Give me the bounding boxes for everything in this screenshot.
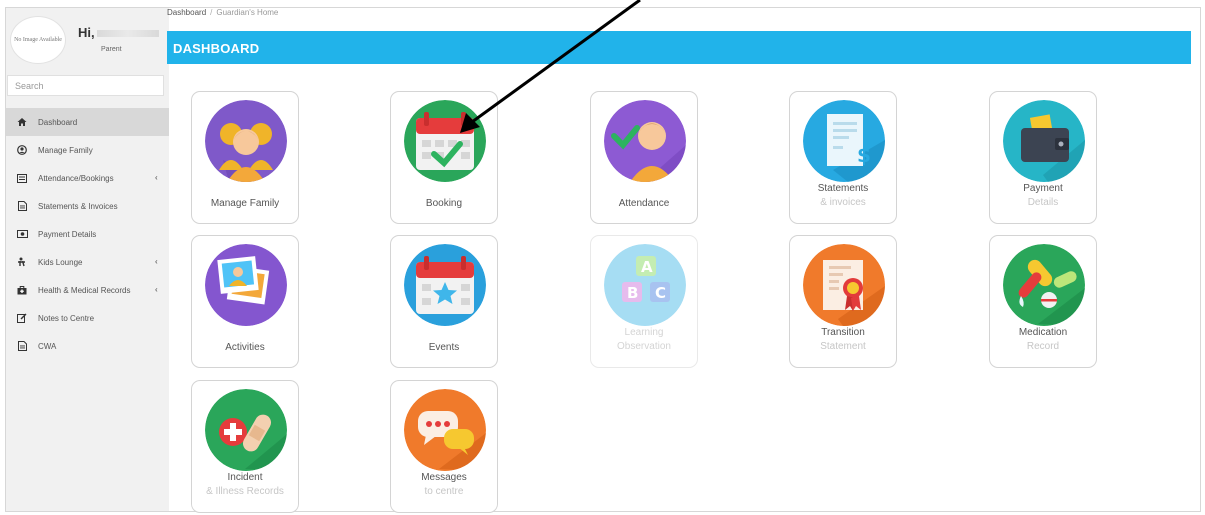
tile-label: Messages xyxy=(421,472,467,483)
sidebar-item-label: Kids Lounge xyxy=(38,257,83,267)
tile-label: Payment xyxy=(1023,183,1063,194)
tile-payment[interactable]: Payment Details xyxy=(989,91,1097,224)
tile-manage-family[interactable]: Manage Family xyxy=(191,91,299,224)
document-icon xyxy=(16,340,28,352)
svg-text:C: C xyxy=(655,284,666,302)
tile-attendance[interactable]: Attendance xyxy=(590,91,698,224)
profile-panel: No Image Available Hi, Parent xyxy=(6,8,169,70)
expand-icon[interactable]: ‹ xyxy=(155,173,158,182)
sidebar-item-dashboard[interactable]: Dashboard xyxy=(6,108,169,136)
avatar[interactable]: No Image Available xyxy=(10,16,66,64)
sidebar-item-health-medical[interactable]: Health & Medical Records ‹ xyxy=(6,276,169,304)
tile-label: Learning xyxy=(624,327,664,338)
sidebar-item-label: Statements & Invoices xyxy=(38,201,118,211)
tile-sublabel: Statement xyxy=(820,341,866,352)
tile-events[interactable]: Events xyxy=(390,235,498,368)
tile-medication-record[interactable]: Medication Record xyxy=(989,235,1097,368)
tile-activities[interactable]: Activities xyxy=(191,235,299,368)
sidebar-item-kids-lounge[interactable]: Kids Lounge ‹ xyxy=(6,248,169,276)
tile-label: Incident xyxy=(227,472,263,483)
breadcrumb-root[interactable]: Dashboard xyxy=(167,8,206,17)
photos-icon xyxy=(205,244,287,326)
receipt-icon: $ xyxy=(803,100,885,182)
first-aid-icon xyxy=(205,389,287,471)
edit-icon xyxy=(16,312,28,324)
child-icon xyxy=(16,256,28,268)
user-icon xyxy=(16,144,28,156)
tile-sublabel: Observation xyxy=(617,341,671,352)
list-icon xyxy=(16,172,28,184)
sidebar-item-attendance-bookings[interactable]: Attendance/Bookings ‹ xyxy=(6,164,169,192)
chat-bubbles-icon xyxy=(404,389,486,471)
family-icon xyxy=(205,100,287,182)
user-role: Parent xyxy=(101,46,122,53)
sidebar-item-statements-invoices[interactable]: Statements & Invoices xyxy=(6,192,169,220)
abc-blocks-icon: ABC xyxy=(604,244,686,326)
sidebar-item-label: Attendance/Bookings xyxy=(38,173,114,183)
sidebar-item-label: Dashboard xyxy=(38,117,78,127)
sidebar-item-cwa[interactable]: CWA xyxy=(6,332,169,360)
sidebar-item-label: CWA xyxy=(38,341,57,351)
tile-sublabel: Details xyxy=(1027,197,1059,208)
certificate-icon xyxy=(803,244,885,326)
svg-text:B: B xyxy=(627,284,638,302)
tile-label: Manage Family xyxy=(210,198,280,209)
tile-learning-observation[interactable]: ABC Learning Observation xyxy=(590,235,698,368)
tile-label: Medication xyxy=(1018,327,1068,338)
tile-label: Events xyxy=(428,342,460,353)
tile-incident-illness[interactable]: Incident & Illness Records xyxy=(191,380,299,513)
sidebar-item-label: Manage Family xyxy=(38,145,93,155)
money-icon xyxy=(16,228,28,240)
sidebar-item-label: Notes to Centre xyxy=(38,313,95,323)
document-icon xyxy=(16,200,28,212)
svg-text:A: A xyxy=(641,258,653,276)
expand-icon[interactable]: ‹ xyxy=(155,257,158,266)
sidebar-nav: Dashboard Manage Family Attendance/Booki… xyxy=(6,108,169,360)
breadcrumb-separator: / xyxy=(210,8,213,17)
tile-statements[interactable]: $ Statements & invoices xyxy=(789,91,897,224)
redacted-name xyxy=(96,30,159,38)
tile-messages[interactable]: Messages to centre xyxy=(390,380,498,513)
expand-icon[interactable]: ‹ xyxy=(155,285,158,294)
sidebar-item-label: Payment Details xyxy=(38,229,97,239)
tile-sublabel: Record xyxy=(1026,341,1060,352)
sidebar-item-payment-details[interactable]: Payment Details xyxy=(6,220,169,248)
sidebar-item-notes-to-centre[interactable]: Notes to Centre xyxy=(6,304,169,332)
sidebar: No Image Available Hi, Parent Search Das… xyxy=(6,8,169,511)
tile-label: Booking xyxy=(425,198,463,209)
tile-label: Statements xyxy=(817,183,869,194)
tile-label: Transition xyxy=(821,327,865,338)
tile-label: Attendance xyxy=(618,198,670,209)
tile-booking[interactable]: Booking xyxy=(390,91,498,224)
svg-text:$: $ xyxy=(857,143,871,167)
avatar-placeholder-text: No Image Available xyxy=(14,36,62,43)
briefcase-icon xyxy=(16,284,28,296)
breadcrumb: Dashboard / Guardian's Home xyxy=(167,8,278,17)
home-icon xyxy=(16,116,28,128)
breadcrumb-current: Guardian's Home xyxy=(216,8,279,17)
tile-sublabel: & Illness Records xyxy=(206,486,284,497)
greeting: Hi, xyxy=(78,25,159,40)
attendance-icon xyxy=(604,100,686,182)
sidebar-item-manage-family[interactable]: Manage Family xyxy=(6,136,169,164)
tile-transition-statement[interactable]: Transition Statement xyxy=(789,235,897,368)
pills-icon xyxy=(1003,244,1085,326)
calendar-star-icon xyxy=(404,244,486,326)
calendar-check-icon xyxy=(404,100,486,182)
wallet-icon xyxy=(1003,100,1085,182)
greeting-text: Hi, xyxy=(78,25,95,40)
tile-sublabel: & invoices xyxy=(820,197,866,208)
search-input[interactable]: Search xyxy=(7,75,164,96)
sidebar-item-label: Health & Medical Records xyxy=(38,285,131,295)
tile-sublabel: to centre xyxy=(424,486,464,497)
page-title: DASHBOARD xyxy=(167,31,1191,64)
tile-label: Activities xyxy=(225,342,265,353)
